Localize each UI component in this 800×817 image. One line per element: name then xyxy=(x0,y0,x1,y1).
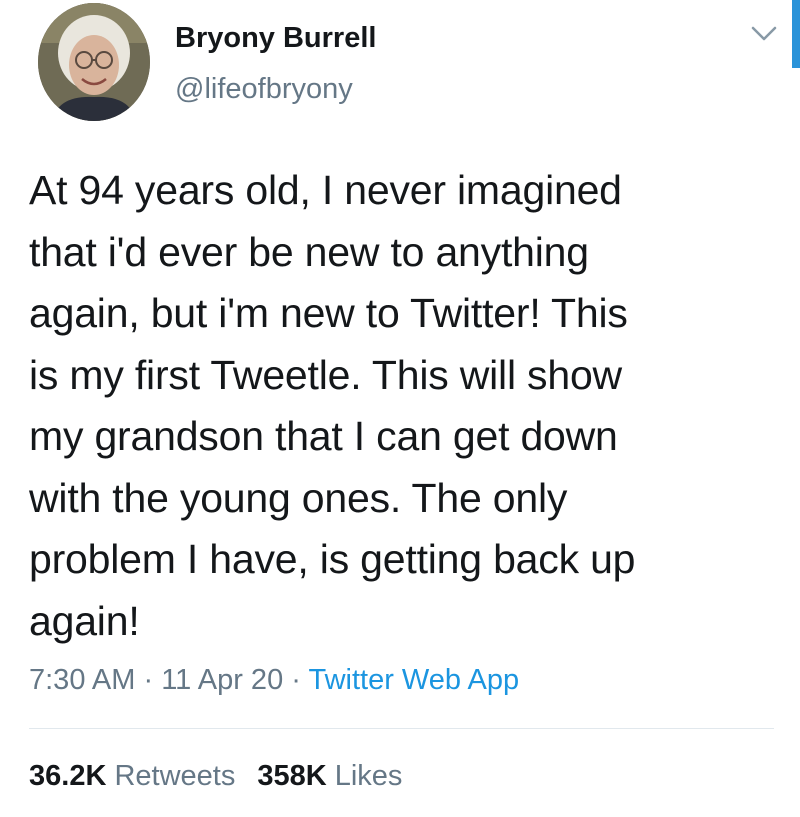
scrollbar-edge xyxy=(792,0,800,68)
tweet-text-line: my grandson that I can get down xyxy=(29,413,618,459)
retweets-count: 36.2K xyxy=(29,760,107,792)
tweet-text-line: that i'd ever be new to anything xyxy=(29,228,589,275)
likes-label: Likes xyxy=(334,760,403,792)
tweet-meta: 7:30 AM · 11 Apr 20 · Twitter Web App xyxy=(29,664,519,697)
retweets-stat[interactable]: 36.2K Retweets xyxy=(29,760,235,792)
retweets-label: Retweets xyxy=(114,760,236,792)
tweet-text-line: again! xyxy=(29,597,140,644)
tweet-time[interactable]: 7:30 AM xyxy=(29,664,135,696)
likes-count: 358K xyxy=(257,760,327,792)
tweet-date[interactable]: 11 Apr 20 xyxy=(161,664,283,696)
avatar-photo xyxy=(38,3,150,121)
tweet-text-line: problem I have, is getting back up xyxy=(29,536,636,582)
meta-separator: · xyxy=(283,664,309,696)
divider xyxy=(29,728,774,729)
tweet-text-line: with the young ones. The only xyxy=(29,474,568,521)
tweet-card: Bryony Burrell @lifeofbryony At 94 years… xyxy=(0,0,800,817)
tweet-stats: 36.2K Retweets 358K Likes xyxy=(29,760,402,793)
likes-stat[interactable]: 358K Likes xyxy=(257,760,402,792)
meta-separator: · xyxy=(135,664,162,696)
avatar[interactable] xyxy=(38,3,150,121)
chevron-down-icon[interactable] xyxy=(750,24,778,44)
tweet-text-line: is my first Tweetle. This will show xyxy=(29,351,622,398)
tweet-text-line: again, but i'm new to Twitter! This xyxy=(29,290,628,336)
tweet-text: At 94 years old, I never imagined that i… xyxy=(29,160,769,652)
tweet-text-line: At 94 years old, I never imagined xyxy=(29,167,622,213)
display-name[interactable]: Bryony Burrell xyxy=(175,22,376,55)
tweet-source-link[interactable]: Twitter Web App xyxy=(308,664,519,696)
user-handle[interactable]: @lifeofbryony xyxy=(175,73,353,106)
